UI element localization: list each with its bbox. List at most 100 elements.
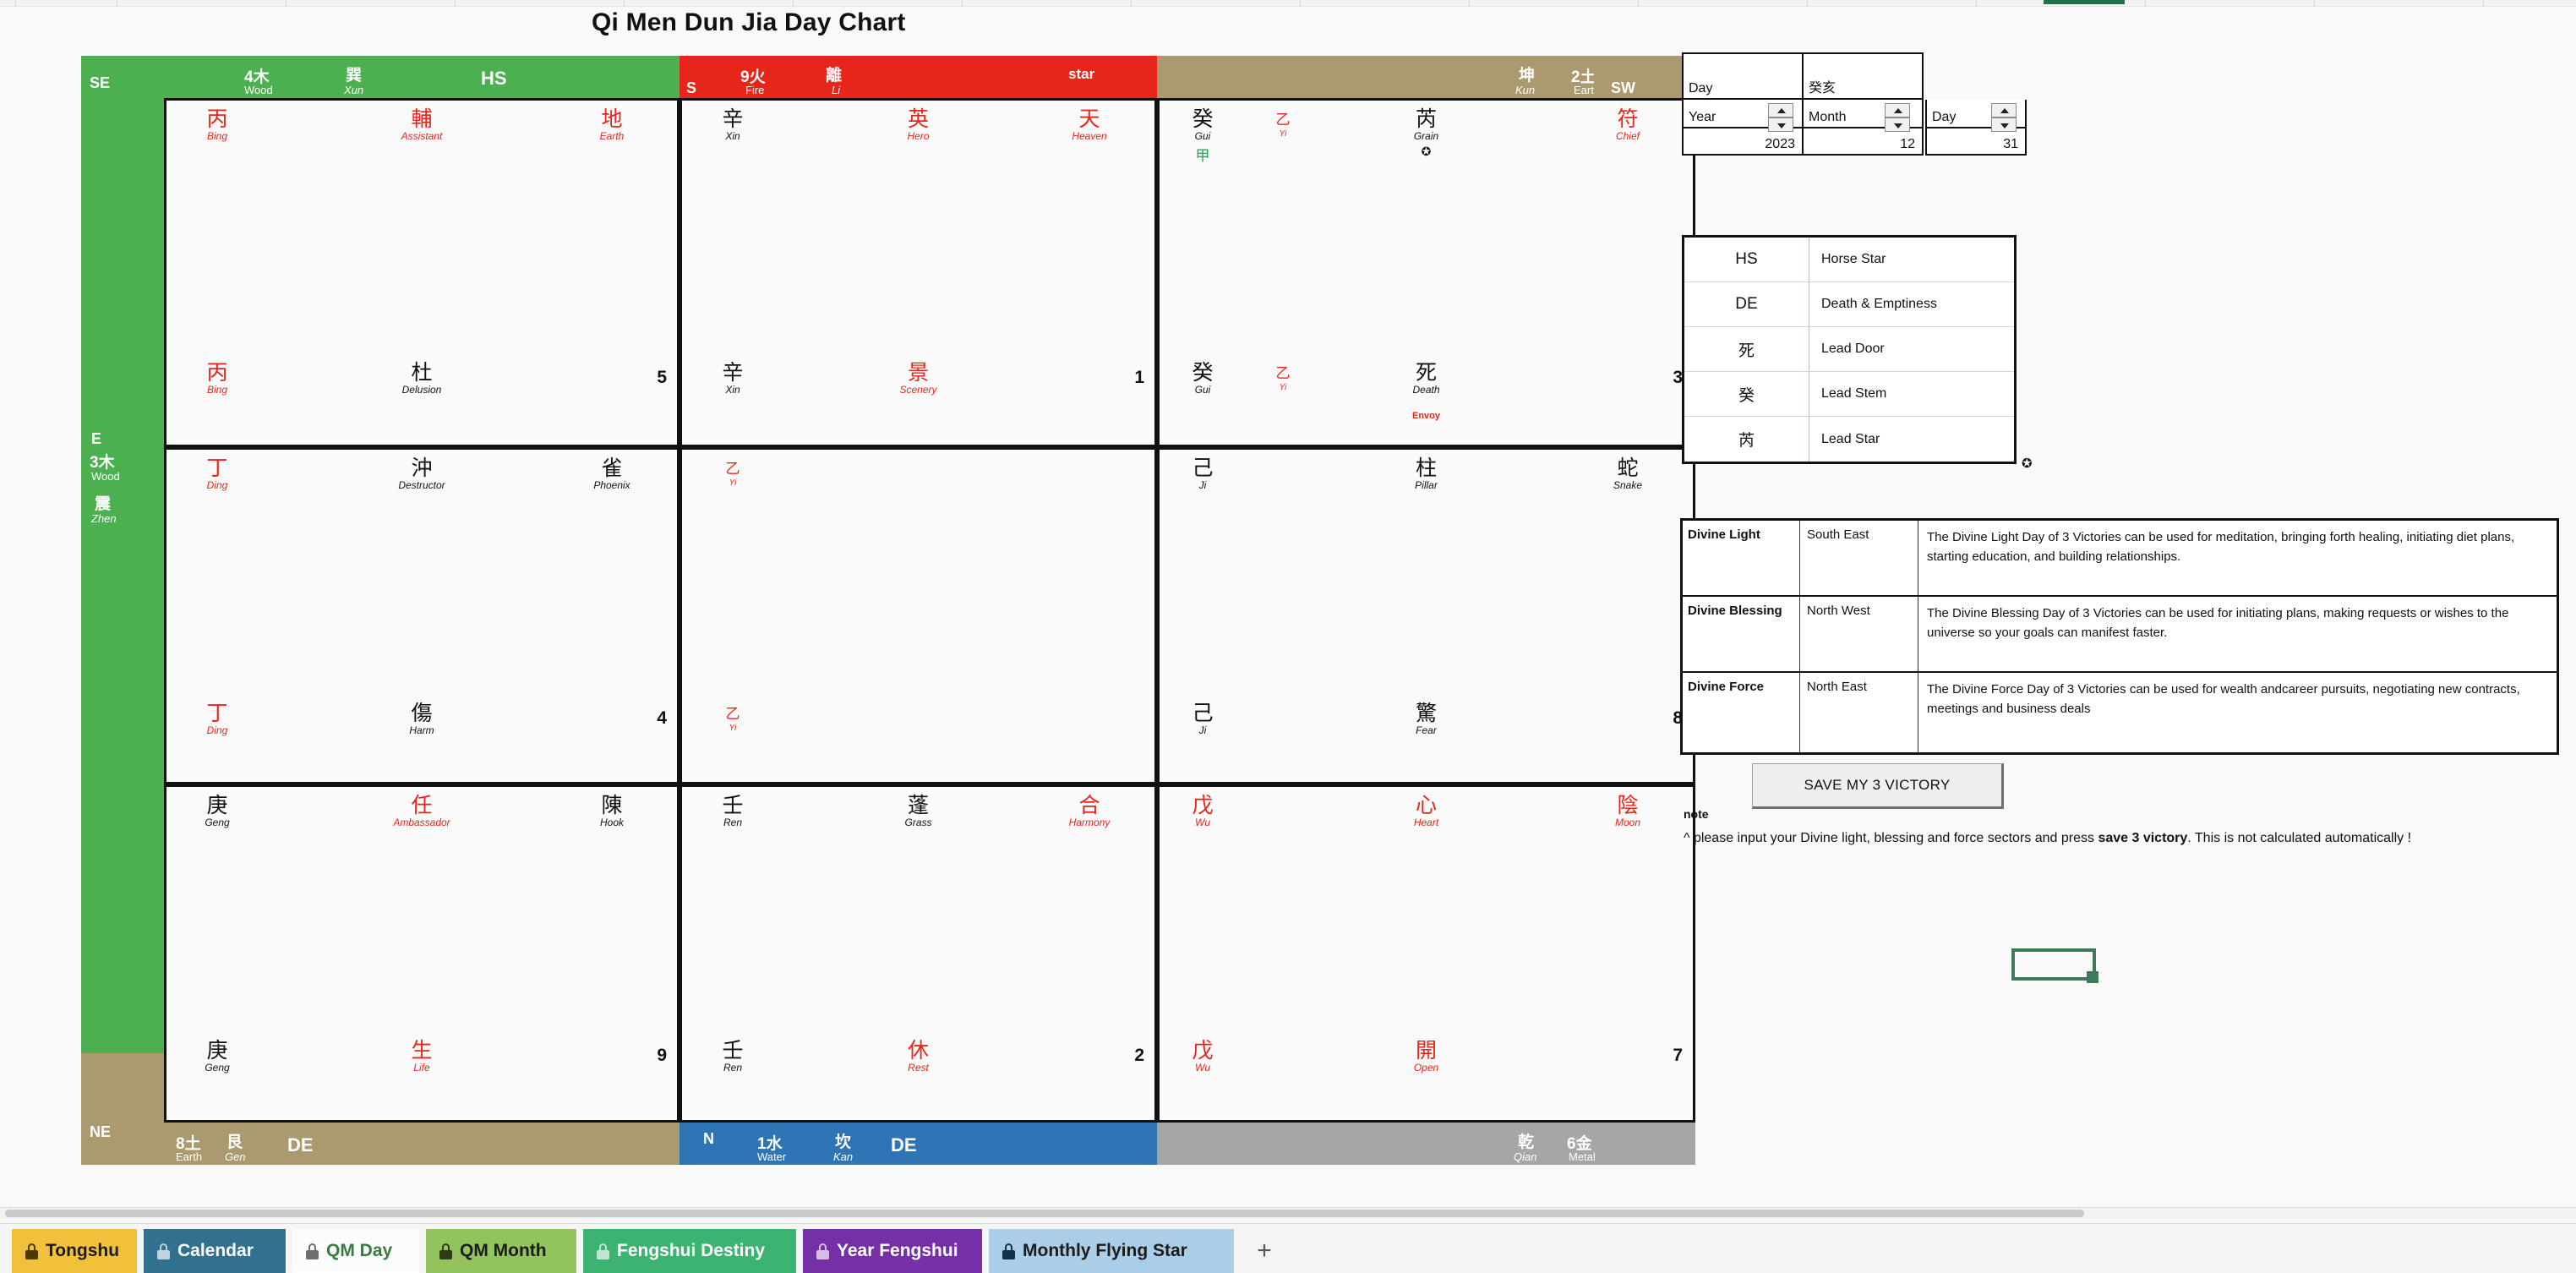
sheet-tab-year-fengshui[interactable]: Year Fengshui <box>803 1229 982 1273</box>
band-ne-trigram-romanized: Gen <box>225 1150 246 1163</box>
day-number-value-cell[interactable]: 31 <box>1925 128 2027 156</box>
band-northwest-bottom: 乾 Qian 6金 Metal <box>1157 1123 1695 1165</box>
palace-n-deity: 合 Harmony <box>1068 794 1111 828</box>
sheet-tab-qm-month[interactable]: QM Month <box>426 1229 576 1273</box>
band-northeast-bottom: 8土 Earth 艮 Gen DE <box>164 1123 679 1165</box>
palace-center[interactable]: 乙 Yi 乙 Yi <box>679 447 1157 784</box>
palace-northwest[interactable]: 戊 Wu 心 Heart 陰 Moon 戊 Wu 開 Open 7 <box>1157 784 1695 1123</box>
sheet-tab-fengshui-destiny[interactable]: Fengshui Destiny <box>583 1229 796 1273</box>
column-divider <box>1807 0 1808 7</box>
divine-victories-table: Divine Light South East The Divine Light… <box>1680 518 2559 755</box>
legend-key: HS <box>1684 238 1809 281</box>
band-e-direction: E <box>91 430 102 447</box>
lead-star-legend-icon: ✪ <box>2022 456 2033 471</box>
divine-direction[interactable]: North East <box>1800 673 1918 752</box>
lock-icon <box>816 1243 829 1259</box>
legend-key: 芮 <box>1684 417 1809 462</box>
sheet-tab-monthly-flying-star[interactable]: Monthly Flying Star <box>989 1229 1234 1273</box>
palace-east[interactable]: 丁 Ding 沖 Destructor 雀 Phoenix 丁 Ding 傷 H… <box>164 447 679 784</box>
column-divider <box>962 0 963 7</box>
divine-description: The Divine Blessing Day of 3 Victories c… <box>1927 606 2509 640</box>
palace-n-door: 休 Rest <box>907 1039 929 1074</box>
palace-s-deity: 天 Heaven <box>1072 107 1107 142</box>
column-divider <box>2314 0 2315 7</box>
column-divider <box>793 0 794 7</box>
palace-center-heaven-stem: 乙 Yi <box>725 461 740 489</box>
palace-ne-deity: 陳 Hook <box>599 794 624 828</box>
palace-west[interactable]: 己 Ji 柱 Pillar 蛇 Snake 己 Ji 驚 Fear 8 <box>1157 447 1695 784</box>
palace-northeast[interactable]: 庚 Geng 任 Ambassador 陳 Hook 庚 Geng 生 Life… <box>164 784 679 1123</box>
spreadsheet-column-header-strip <box>0 0 2576 7</box>
palace-southeast[interactable]: 丙 Bing 輔 Assistant 地 Earth 丙 Bing 杜 Delu… <box>164 98 679 447</box>
sheet-tab-label: Monthly Flying Star <box>1023 1241 1187 1260</box>
palace-se-number: 5 <box>657 368 667 387</box>
sheet-tab-label: QM Month <box>460 1241 547 1260</box>
band-e-number: 3木 <box>90 454 115 472</box>
band-e-trigram: 震 <box>95 495 112 513</box>
month-spinner-down[interactable] <box>1885 117 1910 132</box>
band-sw-trigram-romanized: Kun <box>1515 84 1536 96</box>
horizontal-scrollbar-thumb[interactable] <box>5 1210 2084 1217</box>
palace-north[interactable]: 壬 Ren 蓬 Grass 合 Harmony 壬 Ren 休 Rest 2 <box>679 784 1157 1123</box>
band-s-trigram-romanized: Li <box>832 84 841 96</box>
month-value-cell[interactable]: 12 <box>1804 128 1924 156</box>
band-ne-direction: NE <box>90 1123 112 1140</box>
legend-key: DE <box>1684 282 1809 326</box>
day-spinner-up[interactable] <box>1991 103 2017 117</box>
year-spinner-down[interactable] <box>1768 117 1793 132</box>
add-sheet-button[interactable]: + <box>1246 1229 1283 1273</box>
legend-key: 死 <box>1684 327 1809 371</box>
band-n-direction: N <box>703 1130 714 1147</box>
sheet-tab-label: Calendar <box>177 1241 254 1260</box>
note-text-post: . This is not calculated automatically ! <box>2187 831 2412 845</box>
palace-southwest[interactable]: 癸 Gui 甲 乙 Yi 芮 Grain ✪ 符 Chief 癸 Gui 乙 Y… <box>1157 98 1695 447</box>
divine-direction[interactable]: North West <box>1800 597 1918 671</box>
year-spinner-up[interactable] <box>1768 103 1793 117</box>
sheet-tab-label: Tongshu <box>46 1241 120 1260</box>
legend-row: 癸 Lead Stem <box>1684 372 2014 417</box>
note-text-bold: save 3 victory <box>2098 831 2188 845</box>
day-spinner-down[interactable] <box>1991 117 2017 132</box>
band-se-horse-star-tag: HS <box>481 68 507 89</box>
fill-handle[interactable] <box>2087 971 2098 983</box>
sheet-tab-qm-day[interactable]: QM Day <box>292 1229 419 1273</box>
divine-row: Divine Blessing North West The Divine Bl… <box>1683 597 2557 673</box>
band-ne-trigram: 艮 <box>226 1134 243 1151</box>
palace-sw-deity: 符 Chief <box>1615 107 1640 142</box>
month-spinner[interactable] <box>1885 103 1910 132</box>
column-divider <box>1300 0 1301 7</box>
column-divider <box>1638 0 1639 7</box>
legend-row: DE Death & Emptiness <box>1684 282 2014 327</box>
column-divider <box>1131 0 1132 7</box>
divine-name: Divine Force <box>1683 673 1800 752</box>
band-southeast-top: 4木 Wood 巽 Xun HS <box>164 56 679 98</box>
band-sw-trigram: 坤 <box>1519 67 1536 85</box>
legend-row: 芮 Lead Star <box>1684 417 2014 462</box>
legend-value: Lead Star <box>1821 431 1880 446</box>
column-divider <box>2483 0 2484 7</box>
palace-sw-envoy-label: Envoy <box>1411 411 1440 421</box>
sheet-tab-tongshu[interactable]: Tongshu <box>12 1229 137 1273</box>
band-se-trigram-romanized: Xun <box>344 84 364 96</box>
palace-e-door: 傷 Harm <box>409 702 434 736</box>
legend-row: 死 Lead Door <box>1684 327 2014 372</box>
band-n-trigram: 坎 <box>835 1134 852 1151</box>
band-s-star-tag: star <box>1068 66 1095 82</box>
sheet-tab-calendar[interactable]: Calendar <box>144 1229 286 1273</box>
sheet-tab-bar[interactable]: Tongshu Calendar QM Day QM Month Fengshui De… <box>0 1223 2576 1273</box>
selected-cell-indicator[interactable] <box>2011 948 2098 983</box>
year-value-cell[interactable]: 2023 <box>1682 128 1804 156</box>
legend-row: HS Horse Star <box>1684 238 2014 282</box>
year-spinner[interactable] <box>1768 103 1793 132</box>
palace-south[interactable]: 辛 Xin 英 Hero 天 Heaven 辛 Xin 景 Scenery 1 <box>679 98 1157 447</box>
horizontal-scrollbar[interactable] <box>0 1207 2576 1219</box>
palace-e-number: 4 <box>657 708 667 728</box>
divine-direction[interactable]: South East <box>1800 521 1918 595</box>
save-3-victory-button[interactable]: SAVE MY 3 VICTORY <box>1752 763 2004 809</box>
month-spinner-up[interactable] <box>1885 103 1910 117</box>
band-southwest-right: SW <box>1594 56 1695 98</box>
legend-value: Lead Stem <box>1821 386 1887 401</box>
palace-e-deity: 雀 Phoenix <box>593 456 630 491</box>
day-spinner[interactable] <box>1991 103 2017 132</box>
band-se-trigram: 巽 <box>346 67 363 85</box>
